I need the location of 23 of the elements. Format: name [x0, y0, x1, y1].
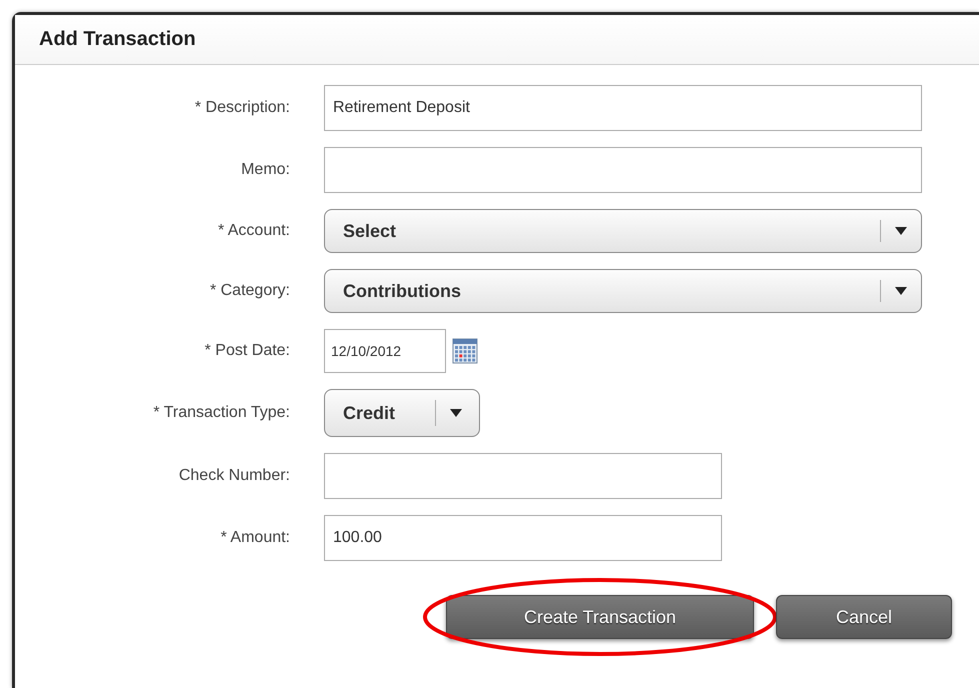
field-label: * Post Date:	[204, 342, 290, 360]
caret-icon	[895, 227, 907, 235]
text-field[interactable]: Retirement Deposit	[324, 85, 922, 131]
caret-icon	[450, 409, 462, 417]
dropdown-select[interactable]: Contributions	[324, 269, 922, 313]
action-button[interactable]: Create Transaction	[446, 595, 754, 639]
text-field[interactable]	[324, 147, 922, 193]
field-label: * Account:	[216, 222, 290, 240]
field-label: * Transaction Type:	[152, 404, 290, 422]
field-label: * Category:	[208, 282, 290, 300]
action-button[interactable]: Cancel	[776, 595, 952, 639]
date-field[interactable]: 12/10/2012	[324, 329, 446, 373]
number-field[interactable]: 100.00	[324, 515, 722, 561]
field-label: Check Number:	[178, 467, 290, 485]
number-field[interactable]	[324, 453, 722, 499]
dialog-title: Add Transaction	[39, 28, 196, 51]
field-label: Memo:	[240, 161, 290, 179]
field-label: * Description:	[194, 99, 290, 117]
caret-icon	[895, 287, 907, 295]
calendar-icon[interactable]	[452, 338, 478, 364]
dropdown-select[interactable]: Select	[324, 209, 922, 253]
dropdown-select[interactable]: Credit	[324, 389, 480, 437]
field-label: * Amount:	[220, 529, 290, 547]
